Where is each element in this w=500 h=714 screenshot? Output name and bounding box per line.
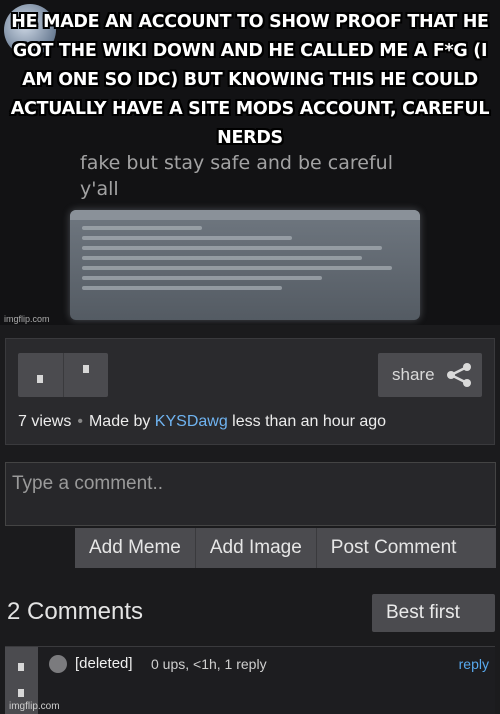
compose-buttons: Add Meme Add Image Post Comment (75, 528, 496, 568)
vote-group (18, 353, 108, 397)
footer-watermark: imgflip.com (9, 701, 60, 712)
meme-caption: He made an account to show proof that he… (10, 12, 490, 148)
comment-item: [deleted] 0 ups, <1h, 1 reply reply imgf… (5, 646, 495, 714)
author-link[interactable]: KYSDawg (155, 413, 228, 430)
comment-meta: 0 ups, <1h, 1 reply (151, 656, 267, 672)
downvote-button[interactable] (64, 353, 109, 397)
add-image-button[interactable]: Add Image (196, 528, 317, 568)
upvote-icon (37, 375, 44, 383)
comment-upvote-icon[interactable] (18, 663, 24, 671)
comment-input[interactable]: Type a comment.. (5, 462, 496, 526)
embedded-screenshot (70, 210, 420, 320)
meme-actions-panel: share 7 views • Made by KYSDawg less than … (5, 338, 495, 445)
post-time: less than an hour ago (232, 413, 387, 430)
downvote-icon (82, 365, 89, 373)
share-icon (446, 363, 471, 387)
sort-dropdown[interactable]: Best first (372, 594, 495, 632)
meme-watermark: imgflip.com (4, 314, 50, 324)
meme-meta: 7 views • Made by KYSDawg less than an hou… (18, 413, 387, 430)
comment-downvote-icon[interactable] (18, 689, 24, 697)
meme-image: fake but stay safe and be careful y'all … (0, 0, 500, 325)
made-by-label: Made by (88, 413, 151, 430)
meme-background-text: fake but stay safe and be careful y'all (80, 150, 393, 202)
comment-user: [deleted] (75, 655, 133, 672)
share-button[interactable]: share (378, 353, 482, 397)
reply-link[interactable]: reply (459, 656, 489, 672)
meme-bg-line-2: y'all (80, 178, 119, 200)
upvote-button[interactable] (18, 353, 64, 397)
meme-bg-line-1: fake but stay safe and be careful (80, 152, 393, 174)
comments-title: 2 Comments (7, 598, 144, 625)
comment-avatar (49, 655, 67, 673)
share-label: share (392, 365, 435, 384)
view-count: 7 views (18, 413, 72, 430)
add-meme-button[interactable]: Add Meme (75, 528, 196, 568)
post-comment-button[interactable]: Post Comment (317, 528, 471, 568)
